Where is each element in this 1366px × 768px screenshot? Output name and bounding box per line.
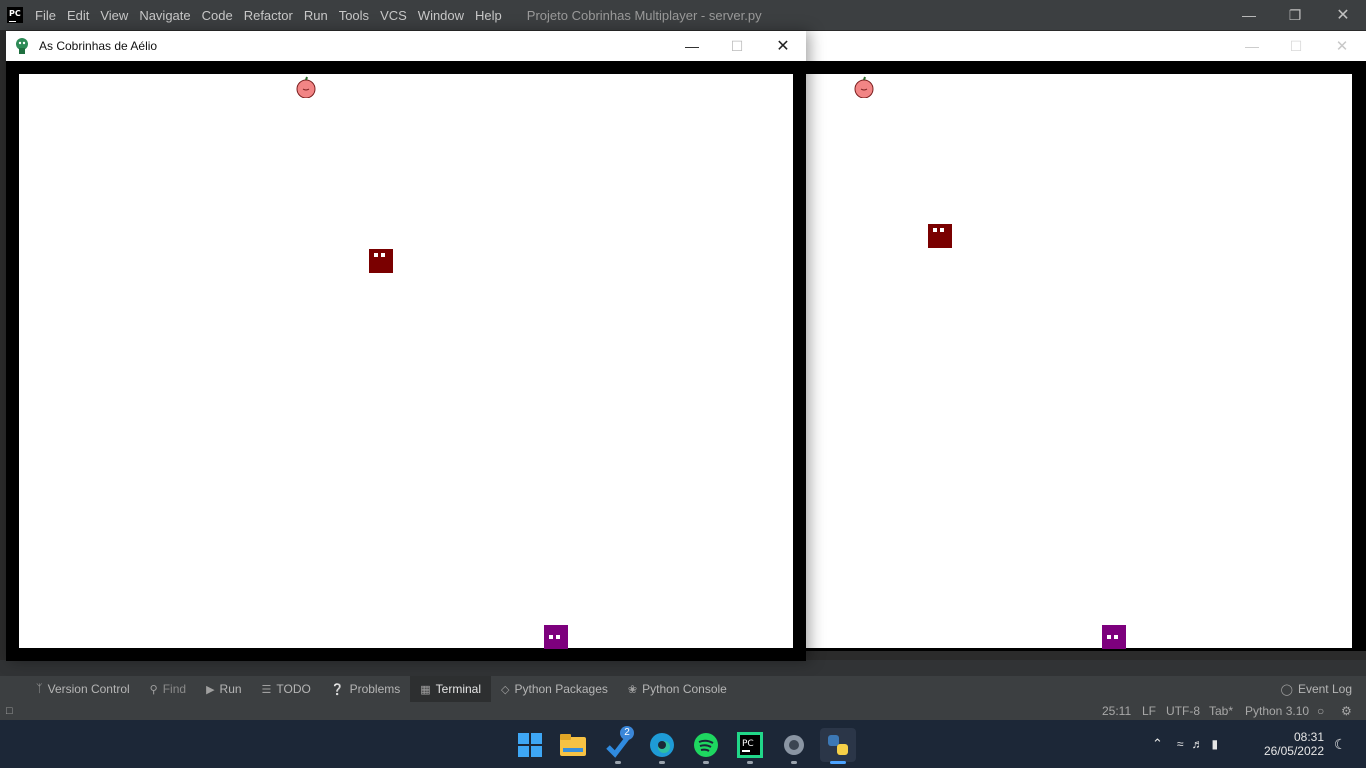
game-canvas[interactable] [806,74,1352,649]
minimize-button[interactable]: — [669,31,715,61]
menu-vcs[interactable]: VCS [380,8,407,23]
apple-icon [296,76,316,98]
layout-toggle-icon[interactable]: □ [6,705,13,717]
layers-icon: ◇ [501,683,510,696]
back-maximize-button[interactable]: ☐ [1273,31,1319,61]
tool-terminal[interactable]: ▦ Terminal [410,676,492,702]
clock-time: 08:31 [1293,730,1324,744]
volume-icon[interactable]: ♬ [1192,737,1204,751]
back-close-button[interactable]: ✕ [1319,31,1365,61]
game-window-back-titlebar[interactable]: — ☐ ✕ [806,31,1366,61]
tool-version-control[interactable]: ᛉ Version Control [26,676,140,702]
search-icon: ⚲ [149,683,158,696]
status-bar: □ 25:11 LF UTF-8 Tab* Python 3.10 ○ ⚙ [0,702,1366,720]
game-window-titlebar[interactable]: As Cobrinhas de Aélio — ☐ ✕ [6,31,806,61]
snake-red [369,249,393,273]
system-tray: ⌃ ≈ ♬ ▮ [1152,720,1230,768]
pycharm-logo-icon: PC [7,7,23,23]
ide-minimize-button[interactable]: — [1226,0,1272,30]
file-encoding[interactable]: UTF-8 [1166,704,1200,718]
wifi-icon[interactable]: ≈ [1177,737,1184,751]
clock-date: 26/05/2022 [1263,744,1324,758]
ide-close-button[interactable]: ✕ [1320,0,1366,30]
game-window-front[interactable]: As Cobrinhas de Aélio — ☐ ✕ [6,31,806,661]
settings-gear-icon[interactable] [776,728,812,764]
taskbar: 2 PC ⌃ ≈ ♬ ▮ 08:31 26/05/2022 ☾ [0,720,1366,768]
list-icon: ☰ [261,683,272,696]
apple-icon [854,76,874,98]
tool-find[interactable]: ⚲ Find [140,676,196,702]
menu-navigate[interactable]: Navigate [139,8,190,23]
indent-setting[interactable]: Tab* [1209,704,1233,718]
inspector-icon[interactable]: ⚙ [1341,704,1352,718]
notification-moon-icon[interactable]: ☾ [1334,720,1347,768]
close-button[interactable]: ✕ [760,31,806,61]
branch-icon: ᛉ [36,683,43,695]
ide-restore-button[interactable]: ❐ [1272,0,1318,30]
notification-badge: 2 [620,726,634,740]
play-icon: ▶ [206,683,215,696]
ide-scrollbar-area [0,660,1366,676]
terminal-icon: ▦ [420,683,431,696]
python-icon: ❀ [627,683,638,696]
chevron-up-icon[interactable]: ⌃ [1152,736,1163,752]
battery-icon[interactable]: ▮ [1212,737,1219,751]
menu-edit[interactable]: Edit [67,8,89,23]
svg-text:PC: PC [742,739,754,749]
menu-tools[interactable]: Tools [339,8,369,23]
edge-browser-icon[interactable] [644,728,680,764]
python-interpreter[interactable]: Python 3.10 [1245,704,1309,718]
tool-run[interactable]: ▶ Run [196,676,251,702]
game-app-icon [16,38,28,54]
python-taskbar-icon[interactable] [820,728,856,764]
tool-problems[interactable]: ❔ Problems [321,676,410,702]
tasks-app-icon[interactable]: 2 [600,726,636,764]
game-frame [6,61,806,661]
game-window-back[interactable]: — ☐ ✕ [806,31,1366,661]
start-icon[interactable] [512,728,548,762]
maximize-button[interactable]: ☐ [714,31,760,61]
game-frame [806,61,1366,651]
back-minimize-button[interactable]: — [1229,31,1275,61]
line-ending[interactable]: LF [1142,704,1156,718]
snake-purple [1102,625,1126,649]
chat-bubble-icon: ◯ [1280,683,1293,696]
pycharm-taskbar-icon[interactable]: PC [732,728,768,764]
menu-view[interactable]: View [100,8,128,23]
menu-file[interactable]: File [35,8,56,23]
tool-window-bar: ᛉ Version Control ⚲ Find ▶ Run ☰ TODO ❔ Probl… [0,676,1366,702]
info-icon: ❔ [330,683,345,696]
clock[interactable]: 08:31 26/05/2022 [1256,720,1324,768]
ide-window-title: Projeto Cobrinhas Multiplayer - server.p… [526,7,762,23]
menu-run[interactable]: Run [304,8,328,23]
tool-event-log[interactable]: ◯ Event Log [1271,676,1362,702]
tool-python-console[interactable]: ❀ Python Console [618,676,737,702]
menu-refactor[interactable]: Refactor [244,8,293,23]
ide-menubar: PC File Edit View Navigate Code Refactor… [0,0,1366,30]
snake-purple [544,625,568,649]
snake-red [928,224,952,248]
caret-position[interactable]: 25:11 [1102,704,1131,718]
tool-python-packages[interactable]: ◇ Python Packages [491,676,618,702]
file-explorer-icon[interactable] [555,728,591,762]
game-canvas[interactable] [19,74,793,649]
tool-todo[interactable]: ☰ TODO [252,676,321,702]
spotify-icon[interactable] [688,728,724,764]
menu-window[interactable]: Window [418,8,464,23]
game-window-title: As Cobrinhas de Aélio [39,39,158,53]
menu-code[interactable]: Code [202,8,233,23]
menu-help[interactable]: Help [475,8,502,23]
lock-icon[interactable]: ○ [1317,704,1324,718]
